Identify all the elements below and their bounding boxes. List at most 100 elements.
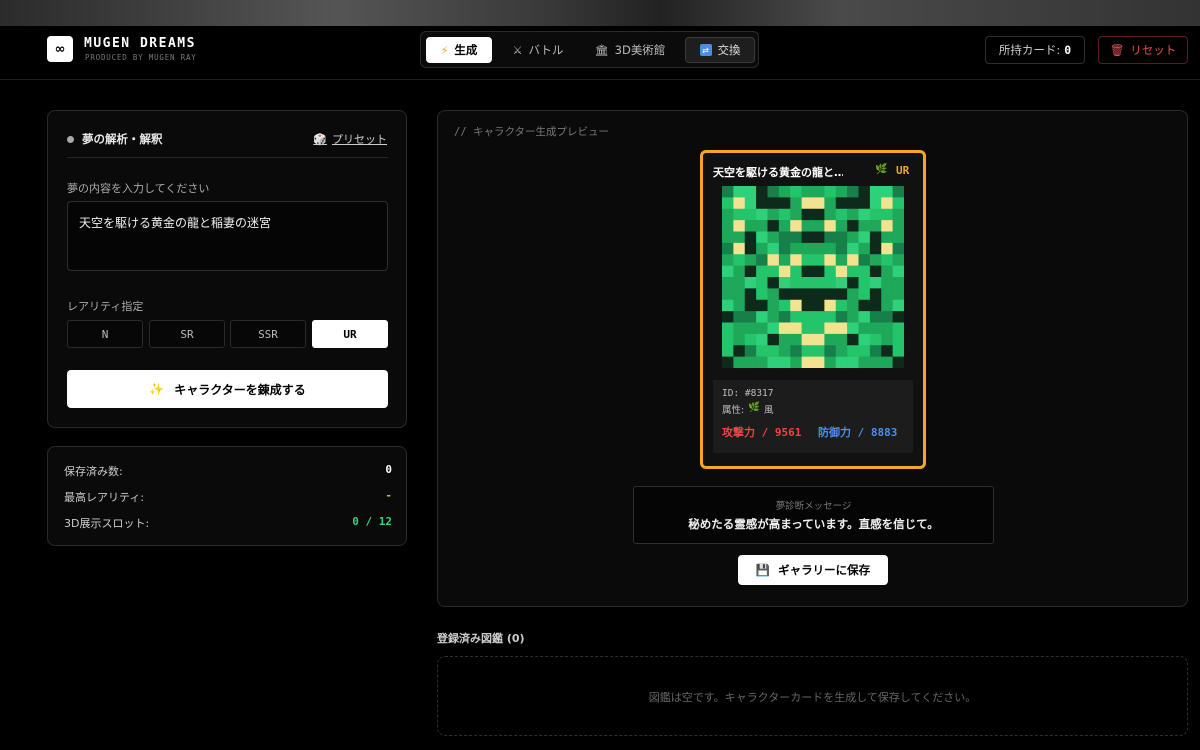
reset-button[interactable]: 🗑 リセット bbox=[1098, 36, 1188, 64]
gallery-title: 登録済み図鑑 (0) bbox=[437, 632, 525, 645]
pixel bbox=[869, 356, 882, 368]
pixel bbox=[847, 197, 859, 210]
tab-label: 3D美術館 bbox=[614, 43, 666, 57]
pixel bbox=[858, 322, 871, 335]
pixel bbox=[835, 208, 848, 221]
leaf-icon: 🌿 bbox=[748, 402, 761, 413]
pixel bbox=[778, 242, 791, 255]
pixel bbox=[858, 220, 871, 232]
pixel bbox=[858, 311, 871, 323]
pixel bbox=[778, 186, 791, 198]
pixel bbox=[881, 345, 893, 357]
pixel bbox=[722, 277, 734, 289]
cards-owned-value: 0 bbox=[1064, 43, 1072, 57]
pixel bbox=[869, 220, 882, 232]
pixel bbox=[756, 265, 768, 278]
pixel bbox=[847, 288, 859, 301]
pixel bbox=[835, 288, 848, 301]
pixel bbox=[801, 186, 814, 198]
pixel bbox=[892, 288, 904, 301]
tab-battle[interactable]: ⚔ バトル bbox=[503, 37, 573, 63]
pixel bbox=[892, 299, 904, 312]
preset-link[interactable]: 🎲 プリセット bbox=[313, 131, 387, 147]
stat-3d-slots: 3D展示スロット: 0 / 12 bbox=[64, 515, 392, 531]
rarity-n-button[interactable]: N bbox=[67, 320, 143, 348]
card-title: 天空を駆ける黄金の龍と… bbox=[713, 166, 843, 179]
pixel bbox=[847, 186, 859, 198]
pixel bbox=[733, 345, 746, 357]
pixel bbox=[801, 356, 814, 368]
pixel bbox=[756, 333, 768, 346]
pixel bbox=[892, 356, 904, 368]
panel-title: 夢の解析・解釈 bbox=[82, 132, 163, 146]
pixel bbox=[881, 197, 893, 210]
brand-subtitle: PRODUCED BY MUGEN RAY bbox=[85, 53, 197, 62]
pixel bbox=[801, 277, 814, 289]
pixel bbox=[847, 356, 859, 368]
divider bbox=[67, 157, 388, 158]
pixel bbox=[869, 322, 882, 335]
pixel bbox=[767, 345, 780, 357]
pixel bbox=[778, 220, 791, 232]
pixel bbox=[858, 356, 871, 368]
pixel bbox=[778, 277, 791, 289]
character-card[interactable]: 天空を駆ける黄金の龍と… 🌿 UR ID: #8317 属性: 🌿 風 攻撃力 … bbox=[700, 150, 926, 469]
pixel bbox=[801, 345, 814, 357]
rarity-ur-button[interactable]: UR bbox=[312, 320, 388, 348]
pixel bbox=[744, 254, 757, 266]
stat-label: 最高レアリティ: bbox=[64, 491, 145, 504]
pixel bbox=[858, 208, 871, 221]
preset-label: プリセット bbox=[332, 133, 387, 146]
tab-label: 生成 bbox=[454, 43, 478, 57]
pixel bbox=[722, 299, 734, 312]
pixel bbox=[813, 299, 825, 312]
pixel bbox=[881, 288, 893, 301]
tab-exchange[interactable]: ⇄ 交換 bbox=[685, 37, 755, 63]
pixel bbox=[767, 299, 780, 312]
card-defense: 防御力 / 8883 bbox=[818, 426, 898, 439]
pixel bbox=[835, 277, 848, 289]
pixel bbox=[767, 356, 780, 368]
gallery-empty-box: 図鑑は空です。キャラクターカードを生成して保存してください。 bbox=[437, 656, 1188, 736]
pixel bbox=[835, 311, 848, 323]
pixel bbox=[744, 208, 757, 221]
pixel bbox=[881, 231, 893, 244]
rarity-sr-button[interactable]: SR bbox=[149, 320, 225, 348]
pixel bbox=[778, 333, 791, 346]
stat-value: - bbox=[385, 489, 392, 502]
pixel bbox=[733, 311, 746, 323]
pixel bbox=[881, 254, 893, 266]
pixel bbox=[744, 311, 757, 323]
pixel bbox=[801, 254, 814, 266]
pixel bbox=[813, 356, 825, 368]
forge-character-button[interactable]: ✨ キャラクターを錬成する bbox=[67, 370, 388, 408]
pixel bbox=[881, 220, 893, 232]
pixel bbox=[744, 299, 757, 312]
pixel bbox=[847, 265, 859, 278]
pixel bbox=[756, 288, 768, 301]
save-to-gallery-button[interactable]: 💾 ギャラリーに保存 bbox=[738, 555, 888, 585]
pixel bbox=[835, 299, 848, 312]
pixel bbox=[790, 208, 802, 221]
pixel bbox=[824, 277, 837, 289]
tab-museum[interactable]: 🏛 3D美術館 bbox=[589, 37, 671, 63]
rarity-ssr-button[interactable]: SSR bbox=[230, 320, 306, 348]
pixel bbox=[813, 254, 825, 266]
pixel-art-image bbox=[722, 186, 904, 368]
pixel bbox=[824, 311, 837, 323]
exchange-icon: ⇄ bbox=[699, 44, 712, 56]
stat-label: 3D展示スロット: bbox=[64, 517, 150, 530]
pixel bbox=[858, 265, 871, 278]
pixel bbox=[756, 356, 768, 368]
pixel bbox=[824, 242, 837, 255]
pixel bbox=[824, 345, 837, 357]
dream-input[interactable] bbox=[67, 201, 388, 271]
brand-title: MUGEN DREAMS bbox=[84, 36, 196, 51]
pixel bbox=[869, 277, 882, 289]
pixel bbox=[858, 186, 871, 198]
pixel bbox=[858, 288, 871, 301]
pixel bbox=[847, 299, 859, 312]
pixel bbox=[767, 254, 780, 266]
tab-generate[interactable]: ⚡ 生成 bbox=[426, 37, 492, 63]
pixel bbox=[744, 231, 757, 244]
